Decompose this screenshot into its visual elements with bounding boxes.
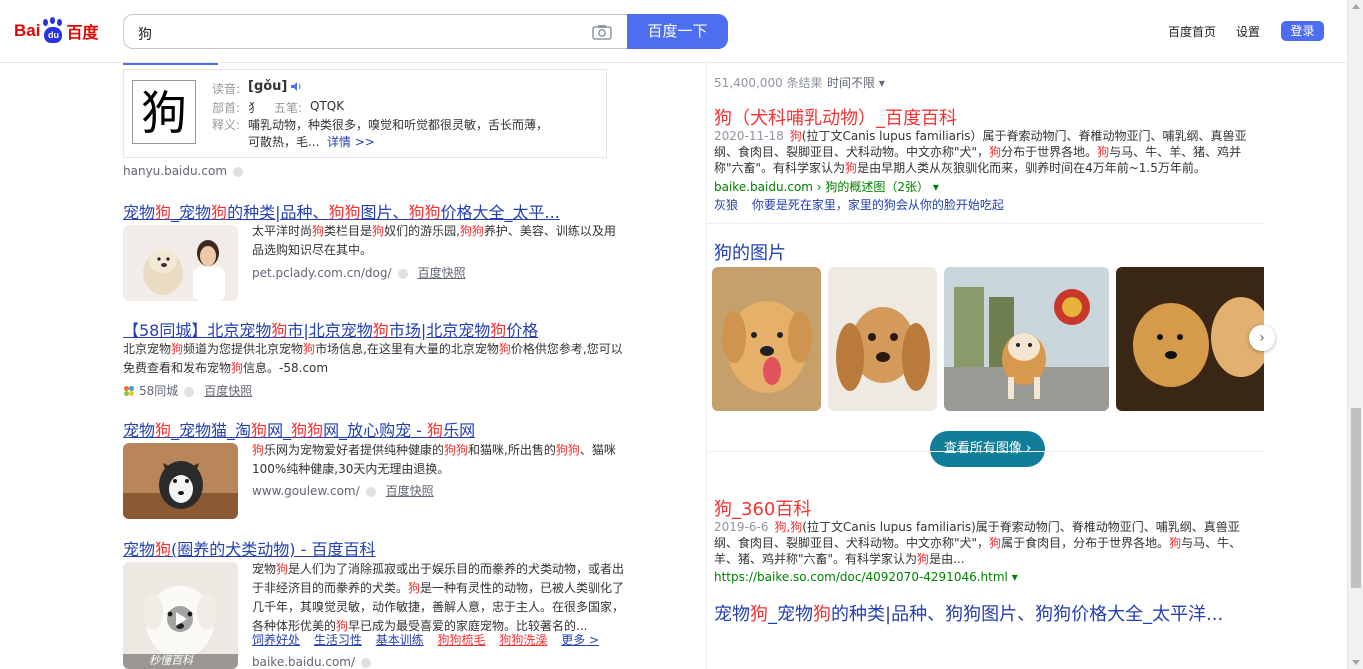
results-area: 狗 读音: [gǒu] 部首: 犭 五笔: QTQK 释义: 哺乳动物，种类很多… (0, 63, 1347, 669)
camera-icon[interactable] (592, 24, 612, 40)
so-baike-abstract: 2019-6-6 狗,狗(拉丁文Canis lupus familiaris)属于… (714, 520, 1242, 566)
gallery-image-2[interactable] (828, 267, 937, 411)
hanyu-character: 狗 (132, 80, 196, 144)
baike-source[interactable]: baike.baidu.com › 狗的概述图（2张） ▾ (714, 178, 939, 195)
nav-home-link[interactable]: 百度首页 (1168, 23, 1216, 40)
result-source-4: baike.baidu.com/ (252, 655, 381, 669)
result-image-3[interactable] (123, 443, 238, 519)
strokes-label: 五笔: (274, 101, 303, 115)
sublink-grooming[interactable]: 狗狗梳毛 (438, 633, 486, 647)
so-baike-title[interactable]: 狗_360百科 (714, 495, 811, 521)
paw-icon: du (41, 17, 65, 45)
safety-icon (184, 386, 195, 397)
logo-text-cn: 百度 (66, 23, 99, 42)
result-abstract-4: 宠物狗是人们为了消除孤寂或出于娱乐目的而豢养的犬类动物，或者出于非经济目的而豢养… (252, 562, 625, 633)
result-count: 51,400,000 条结果 (714, 76, 823, 90)
cache-link[interactable]: 百度快照 (418, 266, 466, 280)
site-logo-icon (123, 385, 135, 397)
safety-icon (365, 486, 376, 497)
related-link-story[interactable]: 你要是死在家里，家里的狗会从你的脸开始吃起 (752, 198, 1004, 212)
result-abstract-1: 太平洋时尚狗类栏目是狗奴们的游乐园,狗狗养护、美容、训练以及用品选购知识尽在其中… (252, 224, 616, 257)
logo-text-du: du (44, 27, 63, 43)
result-title-4[interactable]: 宠物狗(圈养的犬类动物) - 百度百科 (123, 536, 375, 560)
right-result-title-last[interactable]: 宠物狗_宠物狗的种类|品种、狗狗图片、狗狗价格大全_太平洋... (714, 600, 1223, 626)
result-source-2: 58同城 百度快照 (123, 382, 252, 399)
images-title[interactable]: 狗的图片 (714, 239, 786, 265)
hanyu-card[interactable]: 狗 读音: [gǒu] 部首: 犭 五笔: QTQK 释义: 哺乳动物，种类很多… (123, 69, 607, 158)
safety-icon (397, 268, 408, 279)
result-title-2[interactable]: 【58同城】北京宠物狗市|北京宠物狗市场|北京宠物狗价格 (123, 317, 538, 341)
meaning-line-2: 可散热，毛... (248, 135, 320, 149)
scrollbar-thumb[interactable] (1351, 408, 1361, 588)
result-image-1[interactable] (123, 225, 238, 301)
baike-abstract: 2020-11-18 狗(拉丁文Canis lupus familiaris）属于… (714, 129, 1247, 175)
reading-label: 读音: (212, 82, 241, 96)
search-query: 狗 (138, 27, 152, 43)
baike-title[interactable]: 狗（犬科哺乳动物）_百度百科 (714, 104, 957, 130)
sublink-training[interactable]: 基本训练 (376, 633, 424, 647)
result-title-1[interactable]: 宠物狗_宠物狗的种类|品种、狗狗图片、狗狗价格大全_太平... (123, 199, 560, 223)
safety-icon (233, 166, 244, 177)
strokes-value: QTQK (310, 99, 345, 113)
meaning-line-1: 哺乳动物，种类很多，嗅觉和听觉都很灵敏，舌长而薄， (248, 118, 549, 132)
hanyu-source: hanyu.baidu.com (123, 164, 253, 178)
scroll-down-icon (1352, 660, 1360, 665)
vertical-scrollbar[interactable] (1347, 0, 1363, 669)
nav-settings-link[interactable]: 设置 (1236, 23, 1260, 40)
speaker-icon[interactable] (290, 81, 302, 92)
sublink-more[interactable]: 更多 > (561, 633, 599, 647)
result-title-3[interactable]: 宠物狗_宠物猫_淘狗网_狗狗网_放心购宠 - 狗乐网 (123, 417, 475, 441)
tab-indicator (123, 63, 218, 65)
result-sublinks-4: 饲养好处 生活习性 基本训练 狗狗梳毛 狗狗洗澡 更多 > (252, 631, 599, 650)
result-video-4[interactable]: 秒懂百科 (123, 562, 238, 669)
gallery-image-1[interactable] (712, 267, 821, 411)
chevron-right-icon: › (1259, 330, 1265, 346)
result-abstract-2: 北京宠物狗频道为您提供北京宠物狗市场信息,在这里有大量的北京宠物狗价格供您参考,… (123, 342, 623, 375)
login-button[interactable]: 登录 (1281, 21, 1324, 41)
sublink-bathing[interactable]: 狗狗洗澡 (499, 633, 547, 647)
cache-link[interactable]: 百度快照 (386, 484, 434, 498)
sublink-benefits[interactable]: 饲养好处 (252, 633, 300, 647)
right-column: 51,400,000 条结果 时间不限 ▾ 狗（犬科哺乳动物）_百度百科 202… (706, 63, 1275, 669)
result-abstract-3: 狗乐网为宠物爱好者提供纯种健康的狗狗和猫咪,所出售的狗狗、猫咪100%纯种健康,… (252, 443, 616, 476)
baike-related: 灰狼 你要是死在家里，家里的狗会从你的脸开始吃起 (714, 197, 1004, 213)
cache-link[interactable]: 百度快照 (204, 384, 252, 398)
sublink-habits[interactable]: 生活习性 (314, 633, 362, 647)
video-caption: 秒懂百科 (149, 654, 193, 667)
meaning-label: 释义: (212, 118, 241, 132)
view-all-images-button[interactable]: 查看所有图像 › (930, 431, 1045, 467)
safety-icon (361, 657, 372, 668)
radical-label: 部首: (212, 101, 241, 115)
gallery-image-3[interactable] (944, 267, 1109, 411)
result-source-1: pet.pclady.com.cn/dog/百度快照 (252, 266, 466, 280)
logo-text-bai: Bai (14, 21, 41, 40)
detail-link[interactable]: 详情 >> (327, 133, 375, 150)
so-baike-source[interactable]: https://baike.so.com/doc/4092070-4291046… (714, 570, 1018, 584)
reading-value: [gǒu] (248, 79, 288, 94)
radical-value: 犭 (248, 101, 261, 115)
result-source-3: www.goulew.com/百度快照 (252, 484, 434, 498)
search-button[interactable]: 百度一下 (627, 14, 728, 49)
gallery-image-4[interactable] (1116, 267, 1264, 411)
baidu-logo[interactable]: Bai du 百度 (14, 15, 98, 47)
time-filter-dropdown[interactable]: 时间不限 ▾ (827, 74, 885, 91)
gallery-next-button[interactable]: › (1249, 325, 1275, 351)
scroll-up-icon (1352, 4, 1360, 9)
related-link-wolf[interactable]: 灰狼 (714, 198, 738, 212)
top-header: Bai du 百度 狗 百度一下 百度首页 设置 登录 (0, 0, 1347, 63)
search-input[interactable]: 狗 (123, 14, 628, 49)
